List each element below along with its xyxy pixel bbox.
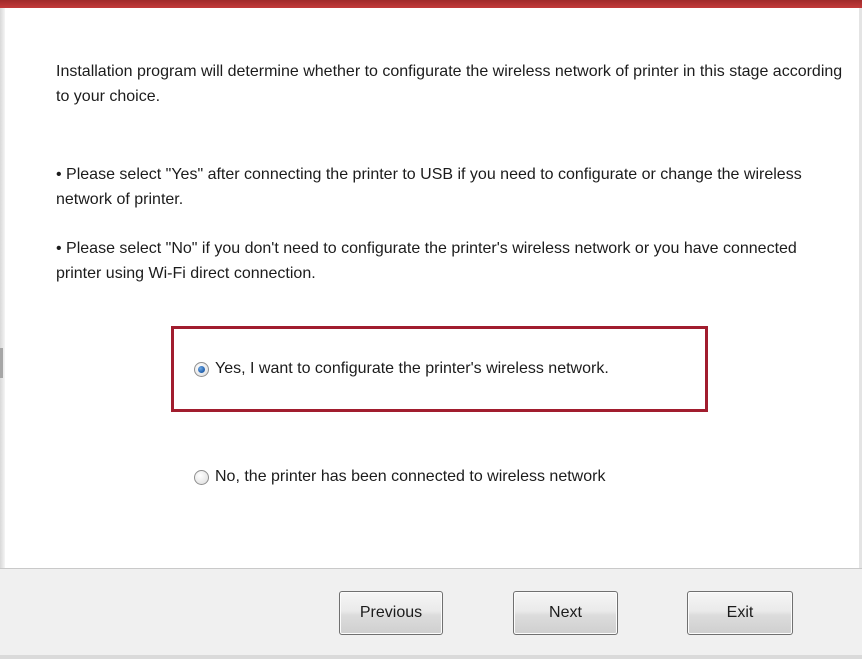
- yes-instruction-text: • Please select "Yes" after connecting t…: [56, 166, 802, 208]
- radio-option-no[interactable]: No, the printer has been connected to wi…: [194, 468, 605, 486]
- button-bar: Previous Next Exit: [0, 568, 862, 659]
- intro-text: Installation program will determine whet…: [56, 63, 843, 105]
- previous-button[interactable]: Previous: [339, 591, 443, 635]
- radio-button-no[interactable]: [194, 469, 209, 485]
- installer-window: Installation program will determine whet…: [0, 0, 862, 659]
- exit-button[interactable]: Exit: [687, 591, 793, 635]
- selected-option-highlight: [171, 326, 708, 412]
- no-instruction-text: • Please select "No" if you don't need t…: [56, 240, 797, 282]
- next-button[interactable]: Next: [513, 591, 618, 635]
- dialog-content: Installation program will determine whet…: [0, 8, 862, 568]
- radio-label-no: No, the printer has been connected to wi…: [215, 468, 606, 485]
- title-bar-accent: [0, 0, 862, 8]
- window-bottom-border: [0, 655, 862, 659]
